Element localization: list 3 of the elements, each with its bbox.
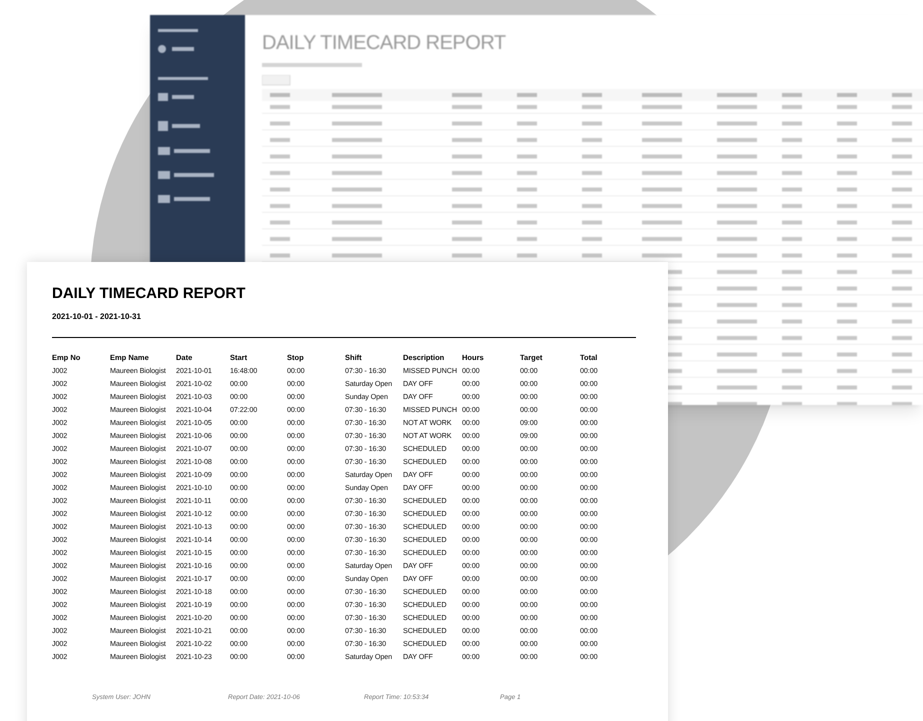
date-range: 2021-10-01 - 2021-10-31 <box>52 313 142 321</box>
window-title: DAILY TIMECARD REPORT <box>262 33 507 53</box>
report-title: DAILY TIMECARD REPORT <box>52 286 246 301</box>
